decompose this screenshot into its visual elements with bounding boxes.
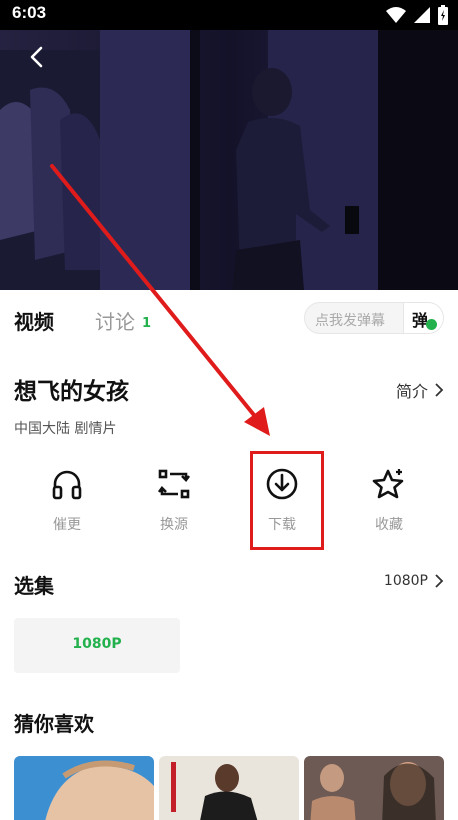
tab-video[interactable]: 视频 <box>14 306 54 335</box>
video-frame-image <box>0 30 458 290</box>
headphones-icon <box>52 470 82 500</box>
intro-link[interactable]: 简介 <box>396 378 444 402</box>
discuss-count-badge: 1 <box>142 316 152 331</box>
danmaku-input[interactable]: 点我发弹幕 <box>315 310 385 330</box>
tab-discuss[interactable]: 讨论 <box>95 306 135 335</box>
check-icon <box>426 319 437 330</box>
chevron-left-icon <box>30 46 43 68</box>
status-time: 6:03 <box>12 3 47 22</box>
video-tags: 中国大陆 剧情片 <box>14 421 117 437</box>
switch-source-label: 换源 <box>160 517 188 533</box>
switch-source-icon <box>157 469 191 499</box>
tab-bar: 视频 讨论 1 点我发弹幕 弹 <box>0 290 458 348</box>
danmaku-toggle-button[interactable]: 弹 <box>403 303 443 333</box>
thumbnail-image <box>304 756 444 820</box>
intro-label: 简介 <box>395 382 428 401</box>
favorite-button[interactable]: 收藏 <box>336 462 442 542</box>
thumbnail-image <box>14 756 154 820</box>
video-player[interactable] <box>0 30 458 290</box>
wifi-icon <box>386 7 406 23</box>
video-title: 想飞的女孩 <box>14 379 129 405</box>
signal-icon <box>414 7 430 23</box>
switch-source-button[interactable]: 换源 <box>121 462 227 542</box>
chevron-right-icon <box>435 574 444 588</box>
quality-label: 1080P <box>383 573 428 589</box>
quality-selector[interactable]: 1080P <box>384 573 444 589</box>
danmaku-bar: 点我发弹幕 弹 <box>304 302 444 334</box>
chevron-right-icon <box>435 383 444 397</box>
favorite-label: 收藏 <box>375 517 403 533</box>
recommend-thumbnail[interactable] <box>304 756 444 820</box>
download-highlight-box <box>250 451 324 550</box>
thumbnail-image <box>159 756 299 820</box>
battery-icon <box>438 5 448 25</box>
star-icon <box>372 469 404 499</box>
urge-update-label: 催更 <box>53 517 81 533</box>
recommend-thumbnail[interactable] <box>159 756 299 820</box>
episodes-title: 选集 <box>14 574 54 598</box>
recommend-thumbnail[interactable] <box>14 756 154 820</box>
episode-item[interactable]: 1080P <box>14 618 180 673</box>
status-icons <box>386 5 448 25</box>
danmaku-toggle-label: 弹 <box>412 311 429 330</box>
status-bar: 6:03 <box>0 0 458 30</box>
urge-update-button[interactable]: 催更 <box>14 462 120 542</box>
episode-item-label: 1080P <box>72 636 122 652</box>
recommend-title: 猜你喜欢 <box>14 712 94 736</box>
back-button[interactable] <box>22 42 52 72</box>
